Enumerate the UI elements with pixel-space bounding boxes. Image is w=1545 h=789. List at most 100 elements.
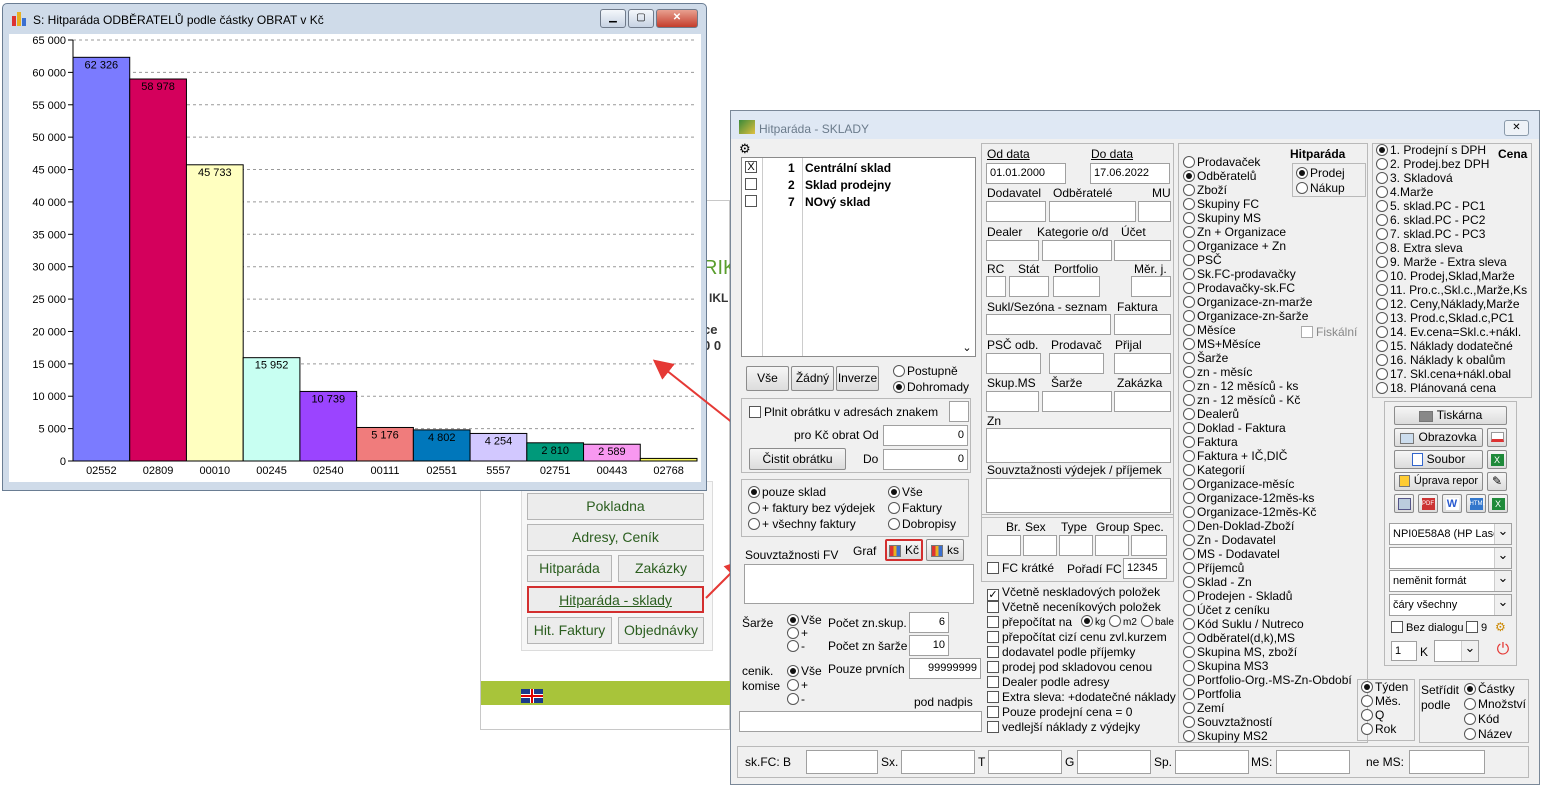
- sarze-vse-radio[interactable]: Vše: [787, 613, 822, 627]
- tyden-radio[interactable]: Týden: [1361, 680, 1408, 694]
- obrazovka-button[interactable]: Obrazovka: [1394, 428, 1483, 447]
- cena-option-radio[interactable]: 17. Skl.cena+nákl.obal: [1376, 367, 1511, 381]
- plnit-obratku-checkbox[interactable]: Plnit obrátku v adresách znakem: [749, 405, 938, 419]
- pocet-zn-skup-input[interactable]: 6: [909, 612, 949, 633]
- sort-castky-radio[interactable]: Částky: [1464, 682, 1515, 696]
- hitparada-option-radio[interactable]: Zn - Dodavatel: [1183, 533, 1276, 547]
- skfc-input[interactable]: [806, 750, 878, 774]
- hitparada-option-radio[interactable]: Organizace + Zn: [1183, 239, 1286, 253]
- cena-option-radio[interactable]: 8. Extra sleva: [1376, 241, 1463, 255]
- sarze-minus-radio[interactable]: -: [787, 639, 805, 653]
- word-button[interactable]: W: [1442, 494, 1462, 513]
- list-item[interactable]: 2 Sklad prodejny: [745, 177, 955, 193]
- unit-bale-radio[interactable]: bale: [1141, 615, 1174, 630]
- hitparada-option-radio[interactable]: Odběratelů: [1183, 169, 1256, 183]
- extra-sleva-checkbox[interactable]: Extra sleva: +dodatečné náklady: [987, 690, 1176, 704]
- hitparada-option-radio[interactable]: Sklad - Zn: [1183, 575, 1252, 589]
- vcetne-necenikovych-checkbox[interactable]: Včetně neceníkových položek: [987, 600, 1161, 614]
- pouze-prodejni-nula-checkbox[interactable]: Pouze prodejní cena = 0: [987, 705, 1132, 719]
- minimize-button[interactable]: ▁: [600, 9, 626, 28]
- objednavky-button[interactable]: Objednávky: [618, 617, 704, 644]
- prijal-input[interactable]: [1114, 353, 1171, 374]
- cena-option-radio[interactable]: 15. Náklady dodatečné: [1376, 339, 1513, 353]
- sort-kod-radio[interactable]: Kód: [1464, 712, 1499, 726]
- nine-checkbox[interactable]: 9: [1466, 621, 1487, 635]
- vedlejsi-naklady-checkbox[interactable]: vedlejší náklady z výdejky: [987, 720, 1140, 734]
- hitparada-option-radio[interactable]: Skupiny FC: [1183, 197, 1259, 211]
- hitparada-option-radio[interactable]: PSČ: [1183, 253, 1222, 267]
- hitparada-option-radio[interactable]: Kategorií: [1183, 463, 1245, 477]
- maximize-button[interactable]: ▢: [628, 9, 654, 28]
- cenik-vse-radio[interactable]: Vše: [787, 664, 822, 678]
- pdf-button[interactable]: PDF: [1418, 494, 1438, 513]
- fakt-vse-radio[interactable]: Vše: [888, 485, 923, 499]
- sort-nazev-radio[interactable]: Název: [1464, 727, 1512, 741]
- poradi-fc-input[interactable]: 12345: [1123, 558, 1167, 579]
- hitparada-option-radio[interactable]: Skupiny MS: [1183, 211, 1261, 225]
- hitparada-option-radio[interactable]: Zemí: [1183, 701, 1224, 715]
- hitparada-option-radio[interactable]: zn - 12 měsíců - ks: [1183, 379, 1298, 393]
- cena-option-radio[interactable]: 3. Skladová: [1376, 171, 1453, 185]
- mu-input[interactable]: [1138, 201, 1171, 222]
- zn-textarea[interactable]: [986, 428, 1171, 463]
- hitparada-button[interactable]: Hitparáda: [527, 555, 612, 582]
- dealer-adresy-checkbox[interactable]: Dealer podle adresy: [987, 675, 1109, 689]
- obrat-od-input[interactable]: 0: [883, 425, 968, 446]
- chevron-down-icon[interactable]: ⌄: [960, 341, 974, 355]
- psc-input[interactable]: [986, 353, 1041, 374]
- zakazky-button[interactable]: Zakázky: [618, 555, 704, 582]
- hitparada-option-radio[interactable]: Zn + Organizace: [1183, 225, 1286, 239]
- mes-radio[interactable]: Měs.: [1361, 694, 1401, 708]
- portfolio-input[interactable]: [1053, 276, 1100, 297]
- settings-icon[interactable]: ⚙: [1495, 620, 1509, 634]
- bez-dialogu-checkbox[interactable]: Bez dialogu: [1391, 621, 1464, 635]
- hitparada-option-radio[interactable]: Organizace-zn-marže: [1183, 295, 1312, 309]
- hitparada-option-radio[interactable]: Portfolia: [1183, 687, 1241, 701]
- fc-kratke-checkbox[interactable]: FC krátké: [987, 561, 1054, 575]
- cena-option-radio[interactable]: 14. Ev.cena=Skl.c.+nákl.: [1376, 325, 1521, 339]
- ucet-input[interactable]: [1114, 240, 1171, 261]
- fakt-faktury-radio[interactable]: Faktury: [888, 501, 942, 515]
- souv-vp-textarea[interactable]: [986, 478, 1171, 513]
- group-input[interactable]: [1095, 535, 1129, 556]
- pouze-prvnich-input[interactable]: 99999999: [909, 658, 981, 679]
- calendar-export-button[interactable]: [1394, 494, 1414, 513]
- sklady-list[interactable]: X 1 Centrální sklad 2 Sklad prodejny 7 N…: [741, 157, 976, 357]
- cena-option-radio[interactable]: 7. sklad.PC - PC3: [1376, 227, 1485, 241]
- sp-input[interactable]: [1175, 750, 1249, 774]
- cena-option-radio[interactable]: 5. sklad.PC - PC1: [1376, 199, 1485, 213]
- close-button[interactable]: ✕: [656, 9, 698, 28]
- cena-option-radio[interactable]: 1. Prodejní s DPH: [1376, 143, 1486, 157]
- odberatele-input[interactable]: [1049, 201, 1136, 222]
- stat-input[interactable]: [1009, 276, 1049, 297]
- souvztaznosti-fv-textarea[interactable]: [744, 564, 974, 604]
- hitparada-option-radio[interactable]: Doklad - Faktura: [1183, 421, 1286, 435]
- pouze-sklad-radio[interactable]: pouze sklad: [748, 485, 826, 499]
- rok-radio[interactable]: Rok: [1361, 722, 1396, 736]
- hitparada-option-radio[interactable]: Prodavačky-sk.FC: [1183, 281, 1295, 295]
- spec-input[interactable]: [1131, 535, 1167, 556]
- pocet-zn-sarze-input[interactable]: 10: [909, 635, 949, 656]
- br-input[interactable]: [987, 535, 1021, 556]
- uprava-reportu-button[interactable]: Úprava repor: [1394, 472, 1483, 491]
- sarze-input[interactable]: [1042, 391, 1112, 412]
- hitparada-option-radio[interactable]: Portfolio-Org.-MS-Zn-Období: [1183, 673, 1352, 687]
- hitparada-option-radio[interactable]: Šarže: [1183, 351, 1228, 365]
- pod-nadpis-input[interactable]: [739, 711, 982, 732]
- cistit-obratku-button[interactable]: Čistit obrátku: [749, 448, 846, 470]
- pokladna-button[interactable]: Pokladna: [527, 493, 704, 520]
- list-item[interactable]: 7 NOvý sklad: [745, 194, 955, 210]
- mer-input[interactable]: [1131, 276, 1171, 297]
- ms-input[interactable]: [1276, 750, 1350, 774]
- cena-option-radio[interactable]: 6. sklad.PC - PC2: [1376, 213, 1485, 227]
- kategorie-input[interactable]: [1042, 240, 1112, 261]
- cena-option-radio[interactable]: 2. Prodej.bez DPH: [1376, 157, 1489, 171]
- plnit-znak-input[interactable]: [949, 401, 969, 422]
- printer-select[interactable]: NPI0E58A8 (HP Lase: [1389, 523, 1512, 545]
- fiskalni-checkbox[interactable]: Fiskální: [1301, 325, 1357, 339]
- adresy-cenik-button[interactable]: Adresy, Ceník: [527, 524, 704, 551]
- sklad-checkbox[interactable]: [745, 195, 757, 207]
- soubor-button[interactable]: Soubor: [1394, 450, 1483, 469]
- hitparada-option-radio[interactable]: Organizace-zn-šarže: [1183, 309, 1308, 323]
- hitparada-option-radio[interactable]: Organizace-měsíc: [1183, 477, 1294, 491]
